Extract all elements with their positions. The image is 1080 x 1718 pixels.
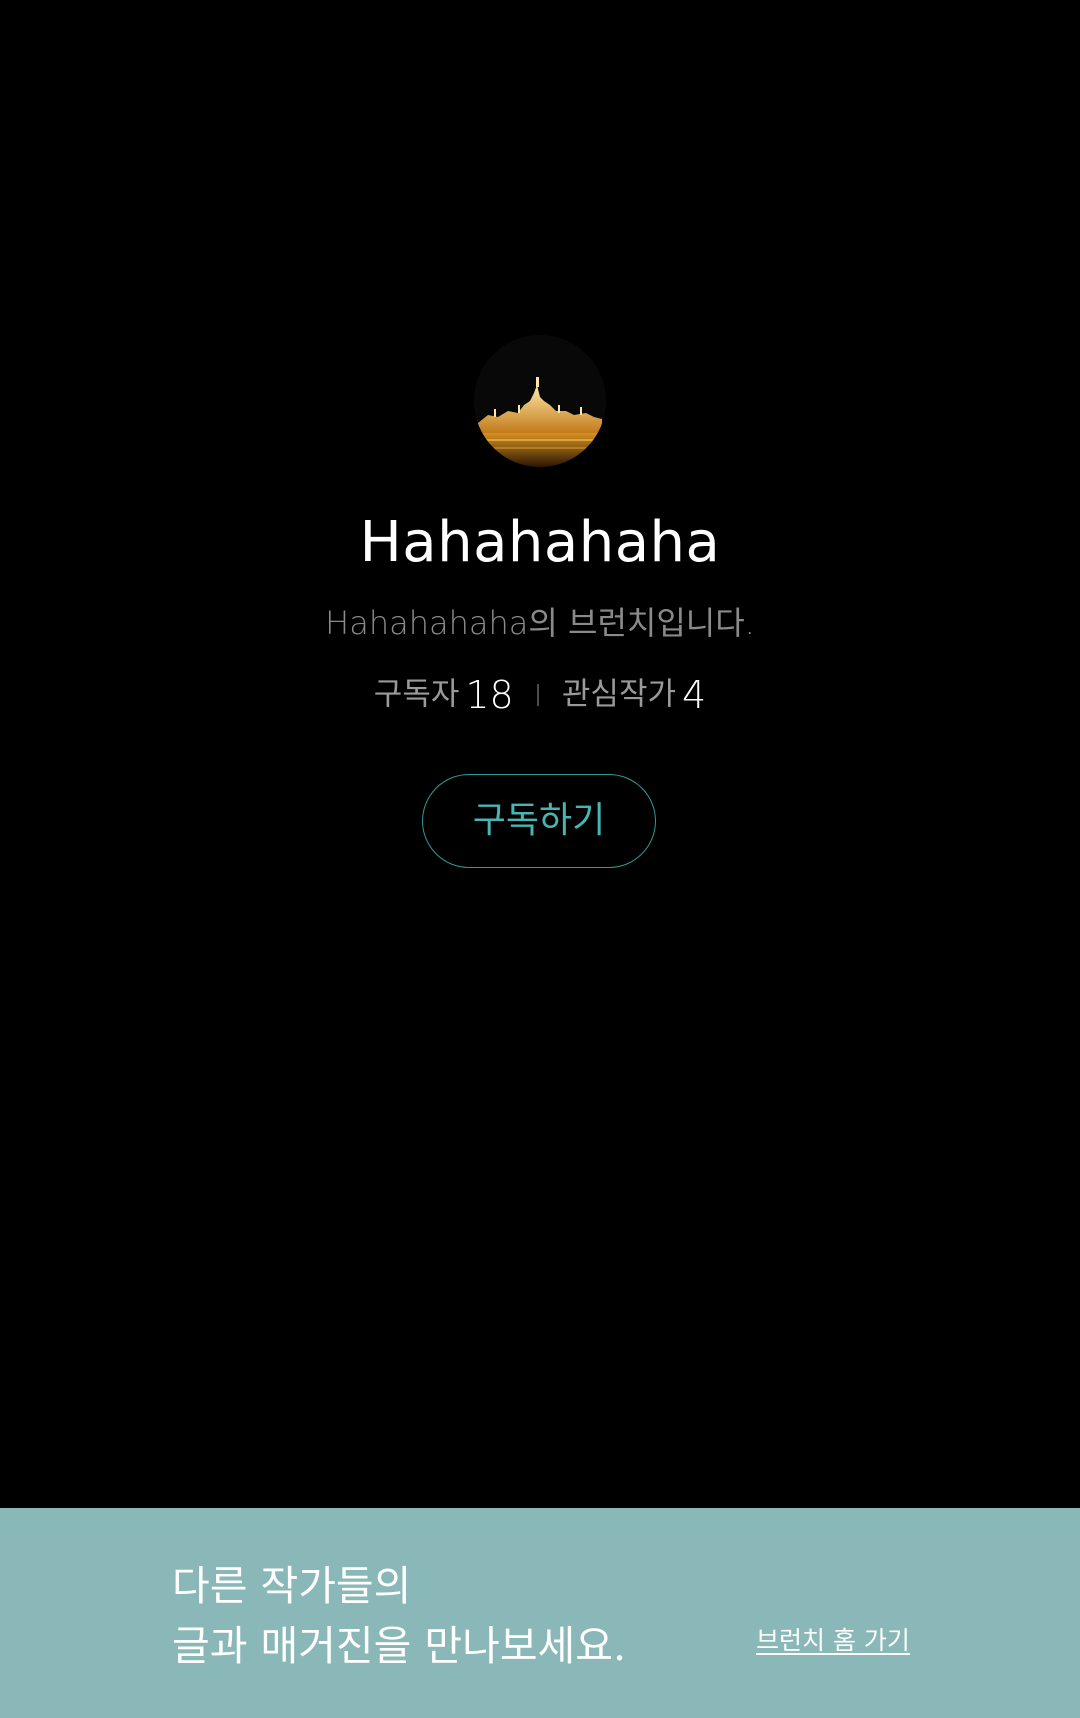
stats-divider <box>536 683 539 706</box>
author-description: Hahahahaha의 브런치입니다. <box>325 604 755 642</box>
author-name: Hahahahaha <box>359 510 721 575</box>
banner-line-2: 글과 매거진을 만나보세요. <box>172 1622 627 1670</box>
subscribers-label: 구독자 <box>373 676 460 713</box>
avatar-photo <box>474 335 606 467</box>
subscribe-button[interactable]: 구독하기 <box>422 774 656 868</box>
banner-line-1: 다른 작가들의 <box>172 1562 412 1610</box>
banner-message: 다른 작가들의 글과 매거진을 만나보세요. <box>172 1556 626 1676</box>
following-label: 관심작가 <box>561 676 676 713</box>
author-avatar[interactable] <box>474 335 606 467</box>
author-profile-page: Hahahahaha Hahahahaha의 브런치입니다. 구독자 18 관심작… <box>0 0 1080 1718</box>
brunch-home-banner: 다른 작가들의 글과 매거진을 만나보세요. 브런치 홈 가기 <box>0 1508 1080 1718</box>
following-count: 4 <box>682 672 707 717</box>
author-stats: 구독자 18 관심작가 4 <box>0 670 1080 719</box>
following-stat[interactable]: 관심작가 4 <box>562 673 706 717</box>
subscribers-count: 18 <box>465 672 514 717</box>
brunch-home-link[interactable]: 브런치 홈 가기 <box>756 1624 910 1658</box>
subscribers-stat[interactable]: 구독자 18 <box>374 673 519 717</box>
